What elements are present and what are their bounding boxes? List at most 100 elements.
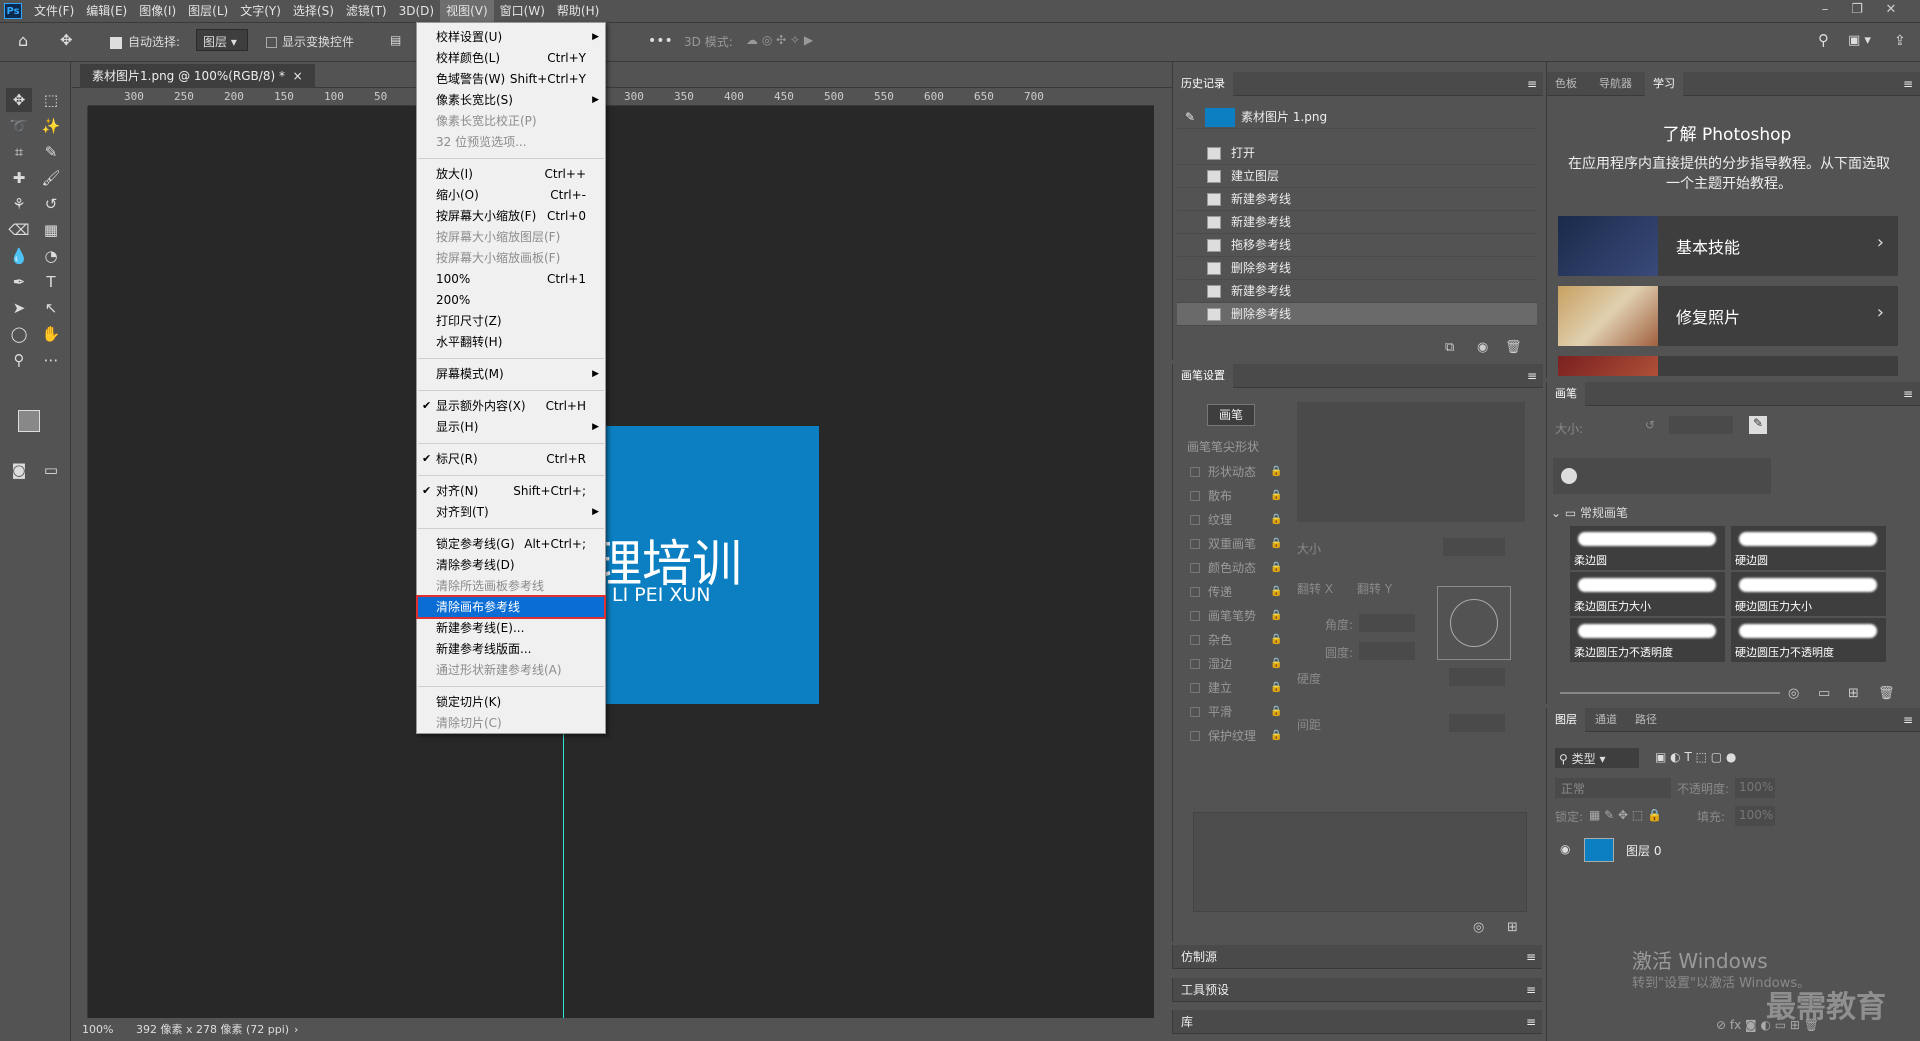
history-brush-icon[interactable]: ↺	[38, 192, 64, 216]
tab-layers[interactable]: 图层	[1547, 708, 1585, 732]
orbit-3d-icon[interactable]: ☁ ◎ ✣ ✧ ▶	[746, 33, 813, 47]
option-checkbox[interactable]	[1190, 611, 1200, 621]
brush-option[interactable]: 纹理 🔒	[1186, 510, 1286, 530]
eyedropper-icon[interactable]: ✎	[38, 140, 64, 164]
menu-item-4[interactable]: 文字(Y)	[234, 0, 287, 22]
view-menu-item[interactable]: 水平翻转(H)	[418, 332, 604, 352]
history-tab[interactable]: 历史记录	[1173, 72, 1233, 96]
layer-filter-icons[interactable]: ▣ ◐ T ⬚ ▢ ●	[1655, 750, 1736, 764]
hardness-field[interactable]	[1449, 668, 1505, 686]
history-item[interactable]: 新建参考线	[1177, 280, 1537, 303]
lock-icon[interactable]: 🔒	[1270, 654, 1282, 674]
option-checkbox[interactable]	[1190, 635, 1200, 645]
tool-presets-header[interactable]: 工具预设 ≡	[1172, 978, 1542, 1002]
history-item[interactable]: 新建参考线	[1177, 211, 1537, 234]
share-icon[interactable]: ⇪	[1894, 33, 1906, 49]
menu-item-2[interactable]: 图像(I)	[133, 0, 182, 22]
visibility-toggle-icon[interactable]: ◎	[1788, 686, 1799, 701]
restore-icon[interactable]: ❐	[1842, 0, 1872, 22]
brushes-tab[interactable]: 画笔	[1547, 382, 1585, 406]
brush-tip-shape-label[interactable]: 画笔笔尖形状	[1187, 438, 1259, 455]
brush-option[interactable]: 杂色 🔒	[1186, 630, 1286, 650]
view-menu-item[interactable]: 200%	[418, 290, 604, 310]
view-menu-item[interactable]: 按屏幕大小缩放(F) Ctrl+0	[418, 206, 604, 226]
brush-option[interactable]: 传递 🔒	[1186, 582, 1286, 602]
brush-preset[interactable]: 硬边圆压力不透明度	[1731, 618, 1886, 662]
option-checkbox[interactable]	[1190, 683, 1200, 693]
history-item[interactable]: 删除参考线	[1177, 257, 1537, 280]
lock-icon[interactable]: 🔒	[1270, 462, 1282, 482]
brush-preset[interactable]: 柔边圆压力不透明度	[1570, 618, 1725, 662]
visibility-toggle-icon[interactable]: ◎	[1473, 920, 1484, 935]
quick-mask-icon[interactable]: ◙	[6, 458, 32, 482]
layer-select-dropdown[interactable]: 图层 ▾	[196, 29, 248, 51]
view-menu-item[interactable]: 锁定参考线(G) Alt+Ctrl+;	[418, 534, 604, 554]
brush-tip-grid[interactable]	[1297, 402, 1525, 522]
type-tool-icon[interactable]: T	[38, 270, 64, 294]
lock-icon[interactable]: 🔒	[1270, 606, 1282, 626]
history-item[interactable]: 打开	[1177, 142, 1537, 165]
view-menu-item[interactable]: 清除画布参考线	[416, 595, 606, 619]
view-menu-item[interactable]: 屏幕模式(M) ▶	[418, 364, 604, 384]
clone-source-header[interactable]: 仿制源 ≡	[1172, 945, 1542, 969]
horizontal-ruler[interactable]: 3002502001501005020025030035040045050055…	[88, 88, 1154, 106]
lock-icon[interactable]: 🔒	[1270, 534, 1282, 554]
lasso-tool-icon[interactable]: ➰	[6, 114, 32, 138]
blend-mode-select[interactable]: 正常	[1555, 778, 1671, 798]
new-brush-icon[interactable]: ⊞	[1507, 920, 1518, 935]
auto-select-checkbox[interactable]	[110, 37, 122, 49]
menu-item-3[interactable]: 图层(L)	[182, 0, 234, 22]
option-checkbox[interactable]	[1190, 731, 1200, 741]
menu-item-7[interactable]: 3D(D)	[393, 0, 440, 22]
new-brush-icon[interactable]: ⊞	[1848, 686, 1859, 701]
spacing-field[interactable]	[1449, 714, 1505, 732]
learn-card-fix-photos[interactable]: 修复照片 ›	[1558, 286, 1898, 346]
reset-icon[interactable]: ↺	[1645, 418, 1655, 432]
hand-tool-icon[interactable]: ✋	[38, 322, 64, 346]
new-document-icon[interactable]: ⧉	[1445, 340, 1454, 355]
minimize-icon[interactable]: –	[1810, 0, 1840, 22]
zoom-level[interactable]: 100%	[82, 1018, 113, 1041]
tab-channels[interactable]: 通道	[1587, 708, 1625, 732]
brush-edit-icon[interactable]: ✎	[1749, 416, 1767, 434]
move-tool-icon[interactable]: ✥	[60, 31, 73, 49]
path-select-icon[interactable]: ➤	[6, 296, 32, 320]
option-checkbox[interactable]	[1190, 563, 1200, 573]
flip-x-label[interactable]: 翻转 X	[1297, 580, 1333, 597]
pen-tool-icon[interactable]: ✒	[6, 270, 32, 294]
menu-item-0[interactable]: 文件(F)	[28, 0, 80, 22]
brush-settings-tab[interactable]: 画笔设置	[1173, 364, 1233, 388]
panel-menu-icon[interactable]: ≡	[1903, 72, 1913, 96]
lock-icon[interactable]: 🔒	[1270, 582, 1282, 602]
lock-icon[interactable]: 🔒	[1270, 678, 1282, 698]
tab-navigator[interactable]: 导航器	[1591, 72, 1640, 96]
option-checkbox[interactable]	[1190, 515, 1200, 525]
zoom-tool-icon[interactable]: ⚲	[6, 348, 32, 372]
menu-item-5[interactable]: 选择(S)	[287, 0, 340, 22]
view-menu-item[interactable]: 放大(I) Ctrl++	[418, 164, 604, 184]
view-menu-item[interactable]: 显示(H) ▶	[418, 417, 604, 437]
size-field[interactable]	[1443, 538, 1505, 556]
marquee-tool-icon[interactable]: ⬚	[38, 88, 64, 112]
vertical-ruler[interactable]	[72, 106, 88, 1018]
history-item[interactable]: 建立图层	[1177, 165, 1537, 188]
panel-menu-icon[interactable]: ≡	[1526, 945, 1536, 969]
layer-name[interactable]: 图层 0	[1626, 842, 1661, 859]
align-left-icon[interactable]: ▤	[390, 33, 401, 47]
view-menu-item[interactable]: ✔ 对齐(N) Shift+Ctrl+;	[418, 481, 604, 501]
panel-menu-icon[interactable]: ≡	[1903, 382, 1913, 406]
brush-group-row[interactable]: ⌄ ▭ 常规画笔	[1551, 504, 1628, 521]
brush-angle-preview[interactable]	[1437, 586, 1511, 660]
panel-menu-icon[interactable]: ≡	[1527, 364, 1537, 388]
lock-icon[interactable]: 🔒	[1270, 702, 1282, 722]
brush-option[interactable]: 湿边 🔒	[1186, 654, 1286, 674]
view-menu-item[interactable]: 100% Ctrl+1	[418, 269, 604, 289]
brush-option[interactable]: 颜色动态 🔒	[1186, 558, 1286, 578]
history-snapshot[interactable]: ✎ 素材图片 1.png	[1177, 106, 1537, 129]
lock-icons[interactable]: ▦ ✎ ✥ ⬚ 🔒	[1589, 808, 1662, 822]
brush-presets-button[interactable]: 画笔	[1207, 404, 1255, 426]
direct-select-icon[interactable]: ↖	[38, 296, 64, 320]
tab-paths[interactable]: 路径	[1627, 708, 1665, 732]
clone-stamp-icon[interactable]: ⚘	[6, 192, 32, 216]
menu-item-9[interactable]: 窗口(W)	[494, 0, 551, 22]
